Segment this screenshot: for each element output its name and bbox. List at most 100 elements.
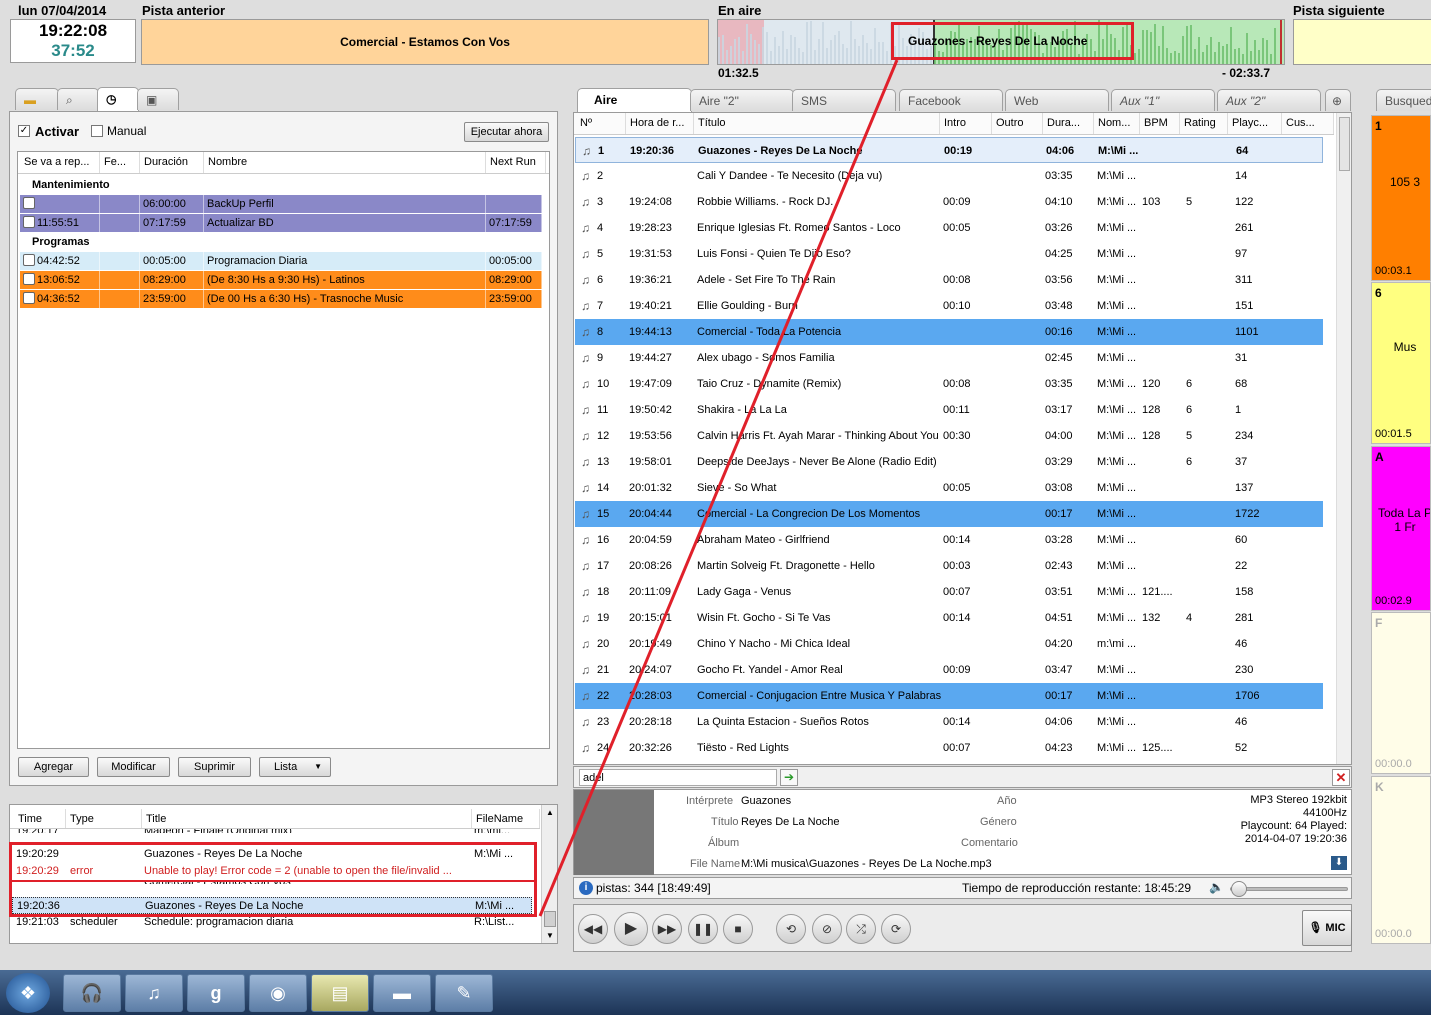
playlist-row[interactable]: ♫ 20 20:19:49 Chino Y Nacho - Mi Chica Idea… bbox=[575, 631, 1323, 657]
playlist-row[interactable]: ♫ 3 19:24:08 Robbie Williams. - Rock DJ. 00:… bbox=[575, 189, 1323, 215]
hotkey-cell[interactable]: F 00:00.0 bbox=[1371, 612, 1431, 774]
taskbar-editor[interactable]: ✎ bbox=[435, 974, 493, 1012]
schedule-row[interactable]: 11:55:51 07:17:59 Actualizar BD 07:17:59 bbox=[20, 214, 542, 232]
tab-files[interactable]: ▬ bbox=[15, 88, 59, 110]
modify-button[interactable]: Modificar bbox=[97, 757, 170, 777]
tab-search-side[interactable]: Busqueda bbox=[1376, 89, 1431, 111]
search-go-button[interactable]: ➔ bbox=[780, 769, 798, 786]
playlist-row[interactable]: ♫ 8 19:44:13 Comercial - Toda La Potencia 00… bbox=[575, 319, 1323, 345]
playlist-row[interactable]: ♫ 18 20:11:09 Lady Gaga - Venus 00:07 03:51 M:… bbox=[575, 579, 1323, 605]
mic-button[interactable]: 🎙 MIC bbox=[1302, 910, 1352, 946]
run-now-button[interactable]: Ejecutar ahora bbox=[464, 122, 549, 142]
add-tab-button[interactable]: ⊕ bbox=[1325, 89, 1351, 111]
shuffle-button[interactable]: ⤮ bbox=[846, 914, 876, 944]
col-time[interactable]: Hora de r... bbox=[626, 113, 694, 134]
stop-button[interactable]: ■ bbox=[723, 914, 753, 944]
taskbar-radio-app[interactable]: 🎧 bbox=[63, 974, 121, 1012]
col-bpm[interactable]: BPM bbox=[1140, 113, 1180, 134]
playlist-row[interactable]: ♫ 14 20:01:32 Sieve - So What 00:05 03:08 M:\M… bbox=[575, 475, 1323, 501]
start-button[interactable]: ❖ bbox=[6, 973, 50, 1013]
tab-sms[interactable]: SMS bbox=[792, 89, 896, 111]
playlist-row[interactable]: ♫ 19 20:15:01 Wisin Ft. Gocho - Si Te Vas 00… bbox=[575, 605, 1323, 631]
col-outro[interactable]: Outro bbox=[992, 113, 1043, 134]
download-icon[interactable]: ⬇ bbox=[1331, 856, 1347, 870]
playlist-row[interactable]: ♫ 24 20:32:26 Tiësto - Red Lights 00:07 04:23… bbox=[575, 735, 1323, 761]
playlist-row[interactable]: ♫ 7 19:40:21 Ellie Goulding - Burn 00:10 03:4… bbox=[575, 293, 1323, 319]
prev-track-panel[interactable]: Comercial - Estamos Con Vos bbox=[141, 19, 709, 65]
tab-aire-2[interactable]: Aire "2" bbox=[690, 89, 794, 111]
add-button[interactable]: Agregar bbox=[18, 757, 89, 777]
col-next-run[interactable]: Next Run bbox=[486, 152, 546, 173]
schedule-row[interactable]: 04:42:52 00:05:00 Programacion Diaria 00:05… bbox=[20, 252, 542, 270]
hotkey-cell[interactable]: K 00:00.0 bbox=[1371, 776, 1431, 944]
tab-scheduler[interactable]: ◷ bbox=[97, 87, 139, 111]
tab-events[interactable]: ▣ bbox=[137, 88, 179, 110]
playlist-row[interactable]: ♫ 9 19:44:27 Alex ubago - Somos Familia 02:4… bbox=[575, 345, 1323, 371]
schedule-row[interactable]: 04:36:52 23:59:00 (De 00 Hs a 6:30 Hs) - T… bbox=[20, 290, 542, 308]
tab-aux-2[interactable]: Aux "2" bbox=[1217, 89, 1321, 111]
delete-button[interactable]: Suprimir bbox=[178, 757, 251, 777]
taskbar-notes[interactable]: ▤ bbox=[311, 974, 369, 1012]
log-col-time[interactable]: Time bbox=[14, 809, 66, 828]
scroll-thumb[interactable] bbox=[544, 911, 556, 927]
log-scrollbar[interactable]: ▲ ▼ bbox=[541, 805, 557, 943]
scroll-down-icon[interactable]: ▼ bbox=[542, 928, 557, 943]
playlist-row[interactable]: ♫ 22 20:28:03 Comercial - Conjugacion Entre… bbox=[575, 683, 1323, 709]
tab-aire[interactable]: Aire bbox=[577, 88, 692, 112]
next-button[interactable]: ▶▶ bbox=[652, 914, 682, 944]
playlist-row[interactable]: ♫ 13 19:58:01 Deepside DeeJays - Never Be A… bbox=[575, 449, 1323, 475]
taskbar-chrome[interactable]: ◉ bbox=[249, 974, 307, 1012]
taskbar-explorer[interactable]: ▬ bbox=[373, 974, 431, 1012]
volume-thumb[interactable] bbox=[1231, 881, 1247, 897]
repeat-button[interactable]: ⟳ bbox=[881, 914, 911, 944]
activate-checkbox[interactable]: ✓ bbox=[18, 125, 30, 137]
col-title[interactable]: Título bbox=[694, 113, 940, 134]
playlist-row[interactable]: ♫ 21 20:24:07 Gocho Ft. Yandel - Amor Real 0… bbox=[575, 657, 1323, 683]
col-number[interactable]: Nº bbox=[576, 113, 626, 134]
log-col-title[interactable]: Title bbox=[142, 809, 472, 828]
schedule-row[interactable]: 06:00:00 BackUp Perfil bbox=[20, 195, 542, 213]
clear-search-button[interactable]: ✕ bbox=[1332, 769, 1350, 786]
hotkey-cell[interactable]: A Toda La P 1 Fr 00:02.9 bbox=[1371, 446, 1431, 611]
repeat-one-button[interactable]: ⟲ bbox=[776, 914, 806, 944]
playlist-scrollbar[interactable] bbox=[1336, 113, 1351, 764]
playlist-row[interactable]: ♫ 15 20:04:44 Comercial - La Congrecion De … bbox=[575, 501, 1323, 527]
col-duration[interactable]: Duración bbox=[140, 152, 204, 173]
playlist-row[interactable]: ♫ 11 19:50:42 Shakira - La La La 00:11 03:17 M… bbox=[575, 397, 1323, 423]
col-filename[interactable]: Nom... bbox=[1094, 113, 1140, 134]
playlist-row[interactable]: ♫ 16 20:04:59 Abraham Mateo - Girlfriend 00:… bbox=[575, 527, 1323, 553]
schedule-row[interactable]: 13:06:52 08:29:00 (De 8:30 Hs a 9:30 Hs) -… bbox=[20, 271, 542, 289]
volume-slider[interactable] bbox=[1230, 881, 1348, 897]
log-row[interactable]: 19:20:17 Madeon - Finale (Original mix)m:… bbox=[12, 829, 532, 839]
hotkey-cell[interactable]: 6 Mus 00:01.5 bbox=[1371, 282, 1431, 444]
playlist-row[interactable]: ♫ 17 20:08:26 Martin Solveig Ft. Dragonette… bbox=[575, 553, 1323, 579]
log-col-type[interactable]: Type bbox=[66, 809, 142, 828]
col-scheduled[interactable]: Se va a rep... bbox=[20, 152, 100, 173]
taskbar-google[interactable]: g bbox=[187, 974, 245, 1012]
tab-facebook[interactable]: Facebook bbox=[899, 89, 1003, 111]
col-date[interactable]: Fe... bbox=[100, 152, 140, 173]
next-track-panel[interactable] bbox=[1293, 19, 1431, 65]
playlist-row[interactable]: ♫ 12 19:53:56 Calvin Harris Ft. Ayah Marar … bbox=[575, 423, 1323, 449]
pause-button[interactable]: ❚❚ bbox=[688, 914, 718, 944]
scroll-up-icon[interactable]: ▲ bbox=[542, 805, 557, 821]
tab-web[interactable]: Web bbox=[1005, 89, 1109, 111]
tab-aux-1[interactable]: Aux "1" bbox=[1111, 89, 1215, 111]
col-duration[interactable]: Dura... bbox=[1043, 113, 1094, 134]
col-playcount[interactable]: Playc... bbox=[1228, 113, 1282, 134]
manual-checkbox[interactable] bbox=[91, 125, 103, 137]
playlist-search-input[interactable] bbox=[579, 769, 777, 786]
block-button[interactable]: ⊘ bbox=[812, 914, 842, 944]
log-col-file[interactable]: FileName bbox=[472, 809, 540, 828]
playlist-row[interactable]: ♫ 2 Cali Y Dandee - Te Necesito (Deja vu) 0… bbox=[575, 163, 1323, 189]
playlist-row[interactable]: ♫ 5 19:31:53 Luis Fonsi - Quien Te Dijo Eso… bbox=[575, 241, 1323, 267]
play-button[interactable]: ▶ bbox=[614, 912, 648, 946]
playlist-row[interactable]: ♫ 6 19:36:21 Adele - Set Fire To The Rain 00… bbox=[575, 267, 1323, 293]
hotkey-cell[interactable]: 1 105 3 00:03.1 bbox=[1371, 115, 1431, 281]
playlist-scroll-thumb[interactable] bbox=[1339, 117, 1350, 171]
col-name[interactable]: Nombre bbox=[204, 152, 486, 173]
playlist-row[interactable]: ♫ 10 19:47:09 Taio Cruz - Dynamite (Remix) 0… bbox=[575, 371, 1323, 397]
list-dropdown[interactable]: Lista ▼ bbox=[259, 757, 331, 777]
playlist-row[interactable]: ♫ 4 19:28:23 Enrique Iglesias Ft. Romeo San… bbox=[575, 215, 1323, 241]
col-custom[interactable]: Cus... bbox=[1282, 113, 1334, 134]
